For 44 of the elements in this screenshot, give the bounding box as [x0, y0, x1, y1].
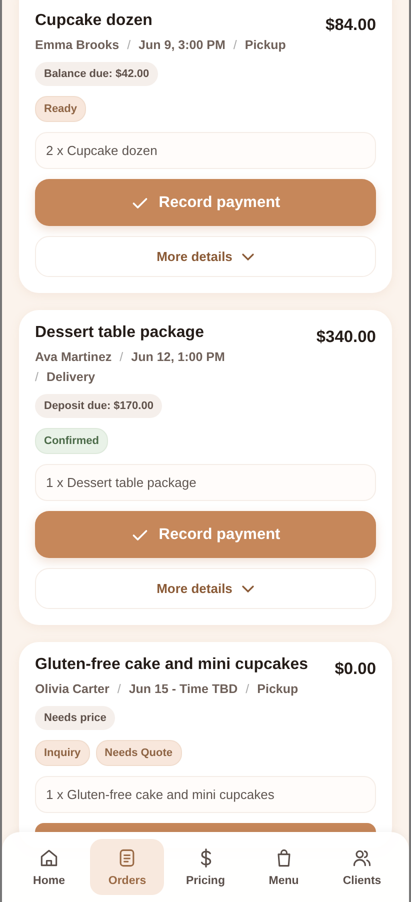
nav-tab[interactable]: Clients	[325, 839, 399, 895]
order-items: 1 x Gluten-free cake and mini cupcakes	[35, 776, 376, 813]
nav-tab[interactable]: Home	[12, 839, 86, 895]
nav-tab[interactable]: Orders	[90, 839, 164, 895]
status-tag: Inquiry	[35, 740, 90, 766]
order-items: 1 x Dessert table package	[35, 464, 376, 501]
chevron-down-icon	[242, 252, 254, 260]
status-tag: Ready	[35, 96, 86, 122]
order-meta: Delivery	[46, 370, 96, 384]
separator: /	[120, 350, 124, 364]
separator: /	[35, 370, 38, 384]
order-amount: $340.00	[316, 327, 376, 348]
more-details-button[interactable]: More details	[35, 236, 376, 277]
chevron-down-icon	[242, 584, 254, 592]
nav-tab[interactable]: Menu	[246, 839, 321, 895]
order-items: 2 x Cupcake dozen	[35, 132, 376, 169]
order-meta: Jun 12, 1:00 PM	[131, 350, 225, 364]
order-amount: $84.00	[326, 15, 376, 36]
nav-tab[interactable]: Pricing	[168, 839, 242, 895]
order-title: Gluten-free cake and mini cupcakes	[35, 656, 309, 674]
order-meta: Olivia Carter	[35, 682, 110, 696]
action-button[interactable]	[35, 823, 376, 832]
order-meta: Jun 15 - Time TBD	[128, 682, 238, 696]
home-icon	[38, 847, 60, 869]
order-meta: Ava Martinez	[35, 350, 112, 364]
order-title: Cupcake dozen	[35, 12, 154, 30]
separator: /	[246, 682, 250, 696]
order-meta: Pickup	[257, 682, 298, 696]
record-payment-button[interactable]: Record payment	[35, 511, 376, 558]
separator: /	[127, 38, 131, 52]
separator: /	[117, 682, 121, 696]
order-meta: Pickup	[244, 38, 286, 52]
more-details-button[interactable]: More details	[35, 568, 376, 609]
due-badge: Needs price	[35, 706, 116, 730]
order-meta: Emma Brooks	[35, 38, 120, 52]
order-meta: Jun 9, 3:00 PM	[138, 38, 226, 52]
status-tag: Needs Quote	[96, 740, 182, 766]
due-badge: Balance due: $42.00	[35, 62, 158, 86]
order-amount: $0.00	[334, 659, 376, 680]
separator: /	[233, 38, 237, 52]
record-payment-button[interactable]: Record payment	[35, 179, 376, 226]
status-tag: Confirmed	[35, 428, 108, 454]
order-title: Dessert table package	[35, 324, 205, 342]
due-badge: Deposit due: $170.00	[35, 394, 162, 418]
